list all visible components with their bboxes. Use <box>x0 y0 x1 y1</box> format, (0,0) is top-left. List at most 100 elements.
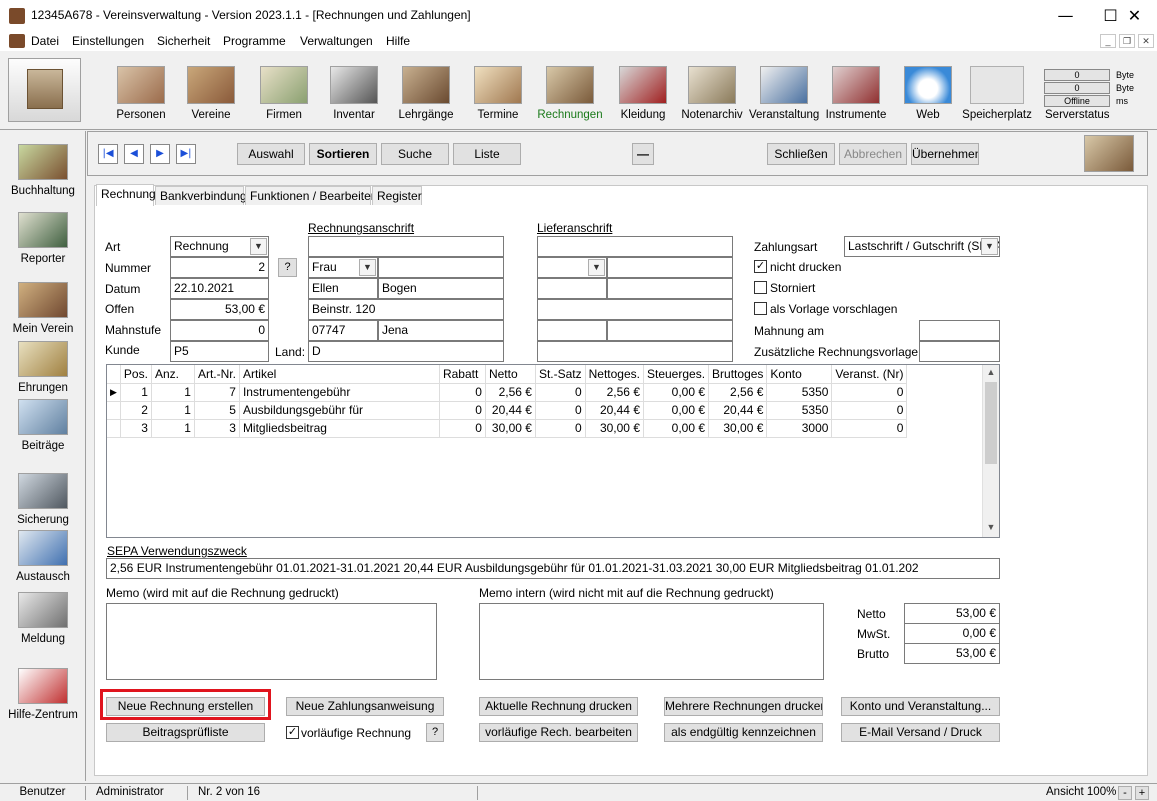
liefer-nachname-field[interactable] <box>607 278 733 299</box>
vorlaeufige-checkbox[interactable]: ✓ <box>286 726 299 739</box>
mdi-restore-icon[interactable]: ❐ <box>1119 34 1135 48</box>
cell[interactable]: 1 <box>151 419 195 438</box>
cell[interactable]: 0 <box>831 419 908 438</box>
cell[interactable]: 0 <box>439 419 486 438</box>
toolbar-rechnungen[interactable]: Rechnungen <box>535 66 605 121</box>
zoom-in-button[interactable]: + <box>1135 786 1149 800</box>
endgueltig-button[interactable]: als endgültig kennzeichnen <box>664 723 823 742</box>
cell[interactable]: 0,00 € <box>643 419 710 438</box>
land-field[interactable]: D <box>308 341 504 362</box>
toolbar-termine[interactable]: Termine <box>463 66 533 121</box>
col-artnr[interactable]: Art.-Nr. <box>194 365 240 384</box>
scroll-thumb[interactable] <box>985 382 997 464</box>
toolbar-lehrgaenge[interactable]: Lehrgänge <box>391 66 461 121</box>
schliessen-button[interactable]: Schließen <box>767 143 835 165</box>
sidebar-item-beitraege[interactable]: Beiträge <box>0 399 86 452</box>
memo-textarea[interactable] <box>106 603 437 680</box>
table-row[interactable]: 2 1 5 Ausbildungsgebühr für 0 20,44 € 0 … <box>107 401 908 420</box>
col-netto[interactable]: Netto <box>485 365 536 384</box>
cell[interactable]: 20,44 € <box>485 401 536 420</box>
cell[interactable]: 2,56 € <box>485 383 536 402</box>
cell[interactable]: 30,00 € <box>485 419 536 438</box>
mahnstufe-field[interactable]: 0 <box>170 320 269 341</box>
cell[interactable]: 5350 <box>766 383 833 402</box>
sidebar-item-mein-verein[interactable]: Mein Verein <box>0 282 86 335</box>
konto-veranst-button[interactable]: Konto und Veranstaltung... <box>841 697 1000 716</box>
col-artikel[interactable]: Artikel <box>239 365 440 384</box>
mahnung-field[interactable] <box>919 320 1000 341</box>
mehrere-drucken-button[interactable]: Mehrere Rechnungen drucken <box>664 697 823 716</box>
cell[interactable]: 5 <box>194 401 240 420</box>
cell[interactable]: Mitgliedsbeitrag <box>239 419 440 438</box>
sidebar-item-sicherung[interactable]: Sicherung <box>0 473 86 526</box>
memo-intern-textarea[interactable] <box>479 603 824 680</box>
cell[interactable]: 0 <box>535 383 586 402</box>
cell[interactable]: 2,56 € <box>585 383 645 402</box>
grid-vertical-scrollbar[interactable]: ▲ ▼ <box>982 365 999 537</box>
neue-zahlung-button[interactable]: Neue Zahlungsanweisung <box>286 697 444 716</box>
cell[interactable]: 0 <box>831 401 908 420</box>
offen-field[interactable]: 53,00 € <box>170 299 269 320</box>
invoice-items-grid[interactable]: Pos. Anz. Art.-Nr. Artikel Rabatt Netto … <box>106 364 1000 538</box>
email-versand-button[interactable]: E-Mail Versand / Druck <box>841 723 1000 742</box>
col-anz[interactable]: Anz. <box>151 365 195 384</box>
uebernehmen-button[interactable]: Übernehmen <box>911 143 979 165</box>
vorlage-checkbox[interactable] <box>754 302 767 315</box>
cell[interactable]: 2 <box>120 401 152 420</box>
beitragspruefliste-button[interactable]: Beitragsprüfliste <box>106 723 265 742</box>
cell[interactable]: 0 <box>439 401 486 420</box>
cell[interactable]: 3 <box>120 419 152 438</box>
toolbar-notenarchiv[interactable]: Notenarchiv <box>677 66 747 121</box>
menu-einstellungen[interactable]: Einstellungen <box>72 34 144 48</box>
cell[interactable]: 5350 <box>766 401 833 420</box>
toolbar-web[interactable]: Web <box>893 66 963 121</box>
art-select[interactable]: Rechnung ▼ <box>170 236 269 257</box>
rechnungsanschrift-line1[interactable] <box>308 236 504 257</box>
sidebar-item-hilfe-zentrum[interactable]: Hilfe-Zentrum <box>0 668 86 721</box>
toolbar-inventar[interactable]: Inventar <box>319 66 389 121</box>
ort-field[interactable]: Jena <box>378 320 504 341</box>
vorl-bearbeiten-button[interactable]: vorläufige Rech. bearbeiten <box>479 723 638 742</box>
minimize-button[interactable]: — <box>1043 0 1088 31</box>
menu-hilfe[interactable]: Hilfe <box>386 34 410 48</box>
cell[interactable]: 20,44 € <box>708 401 768 420</box>
cell[interactable]: 7 <box>194 383 240 402</box>
anrede-select[interactable]: Frau ▼ <box>308 257 378 278</box>
col-pos[interactable]: Pos. <box>120 365 152 384</box>
toolbar-vereine[interactable]: Vereine <box>176 66 246 121</box>
tab-funktionen-bearbeiten[interactable]: Funktionen / Bearbeiten <box>245 186 377 205</box>
cell[interactable]: 2,56 € <box>708 383 768 402</box>
sidebar-item-ehrungen[interactable]: Ehrungen <box>0 341 86 394</box>
toolbar-instrumente[interactable]: Instrumente <box>821 66 891 121</box>
cell[interactable]: 30,00 € <box>585 419 645 438</box>
col-konto[interactable]: Konto <box>766 365 833 384</box>
liefer-plz-field[interactable] <box>537 320 607 341</box>
next-record-icon[interactable]: ▶ <box>150 144 170 164</box>
liefer-titel-field[interactable] <box>607 257 733 278</box>
toolbar-speicherplatz[interactable]: Speicherplatz <box>962 66 1032 121</box>
toolbar-veranstaltung[interactable]: Veranstaltung <box>749 66 819 121</box>
menu-datei[interactable]: Datei <box>31 34 59 48</box>
toolbar-firmen[interactable]: Firmen <box>249 66 319 121</box>
cell[interactable]: 3000 <box>766 419 833 438</box>
nummer-help-button[interactable]: ? <box>278 258 297 277</box>
menu-programme[interactable]: Programme <box>223 34 286 48</box>
col-steuerges[interactable]: Steuerges. <box>643 365 710 384</box>
chevron-down-icon[interactable]: ▼ <box>359 259 376 276</box>
nummer-field[interactable]: 2 <box>170 257 269 278</box>
mdi-minimize-icon[interactable]: _ <box>1100 34 1116 48</box>
cell[interactable]: 20,44 € <box>585 401 645 420</box>
cell[interactable]: 0 <box>535 401 586 420</box>
nachname-field[interactable]: Bogen <box>378 278 504 299</box>
neue-rechnung-button[interactable]: Neue Rechnung erstellen <box>106 697 265 716</box>
tab-rechnung[interactable]: Rechnung <box>96 184 156 206</box>
liefer-ort-field[interactable] <box>607 320 733 341</box>
aktuelle-drucken-button[interactable]: Aktuelle Rechnung drucken <box>479 697 638 716</box>
cell[interactable]: 0 <box>831 383 908 402</box>
cell[interactable]: 3 <box>194 419 240 438</box>
sidebar-item-meldung[interactable]: Meldung <box>0 592 86 645</box>
cell[interactable]: 0 <box>439 383 486 402</box>
cell[interactable]: 30,00 € <box>708 419 768 438</box>
sidebar-item-austausch[interactable]: Austausch <box>0 530 86 583</box>
toolbar-personen[interactable]: Personen <box>106 66 176 121</box>
